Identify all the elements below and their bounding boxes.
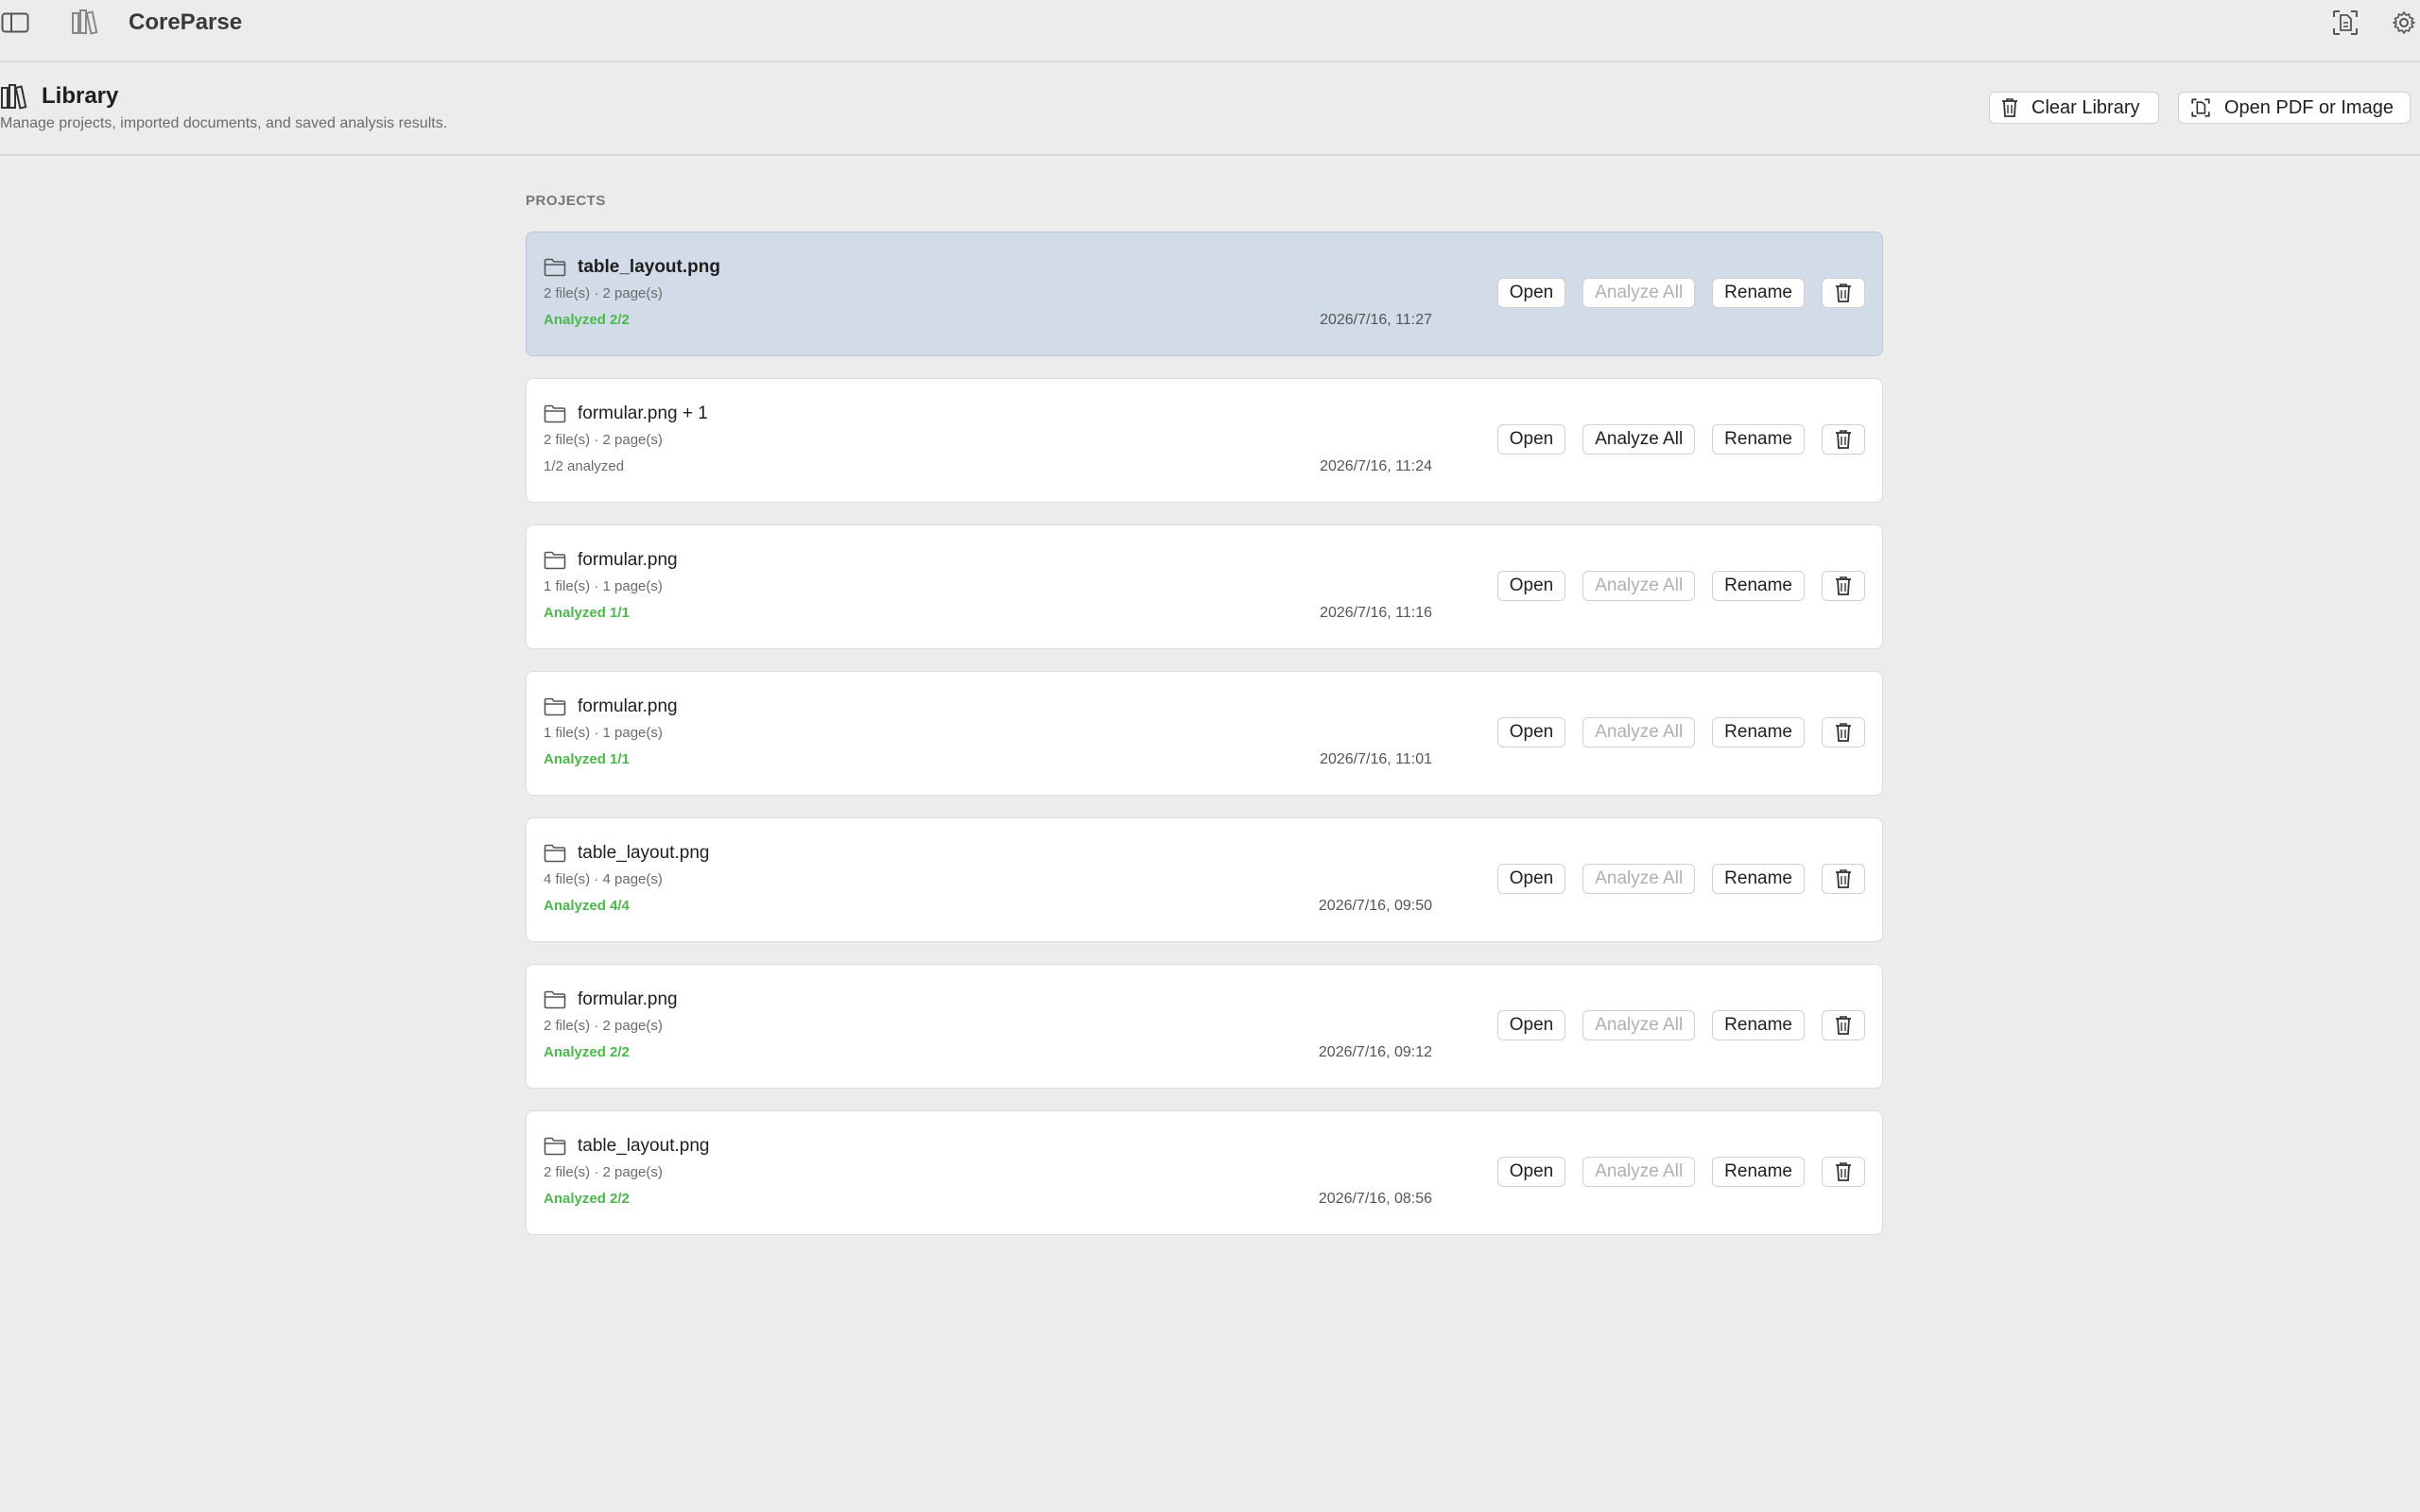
project-card[interactable]: table_layout.png 4 file(s) · 4 page(s) A… <box>526 817 1883 942</box>
project-name: table_layout.png <box>578 843 710 863</box>
trash-icon <box>1835 283 1852 303</box>
rename-button[interactable]: Rename <box>1712 864 1805 894</box>
project-name: table_layout.png <box>578 257 720 277</box>
analyze-all-button[interactable]: Analyze All <box>1582 1010 1696 1040</box>
project-card[interactable]: formular.png 1 file(s) · 1 page(s) Analy… <box>526 524 1883 649</box>
folder-icon <box>544 1137 566 1156</box>
project-card[interactable]: table_layout.png 2 file(s) · 2 page(s) A… <box>526 232 1883 356</box>
trash-icon <box>2001 97 2018 118</box>
open-button[interactable]: Open <box>1496 864 1566 894</box>
rename-button[interactable]: Rename <box>1712 424 1805 455</box>
delete-button[interactable] <box>1822 864 1865 894</box>
rename-button[interactable]: Rename <box>1712 717 1805 747</box>
analyze-all-button[interactable]: Analyze All <box>1582 278 1696 308</box>
delete-button[interactable] <box>1822 424 1865 455</box>
page-title: Library <box>42 83 119 109</box>
project-meta: 2 file(s) · 2 page(s) <box>544 285 663 301</box>
open-button[interactable]: Open <box>1496 1157 1566 1187</box>
project-card[interactable]: formular.png 1 file(s) · 1 page(s) Analy… <box>526 671 1883 796</box>
project-meta: 2 file(s) · 2 page(s) <box>544 432 663 448</box>
rename-button[interactable]: Rename <box>1712 1010 1805 1040</box>
project-date: 2026/7/16, 08:56 <box>1318 1191 1432 1207</box>
open-button[interactable]: Open <box>1496 717 1566 747</box>
project-date: 2026/7/16, 11:24 <box>1320 458 1432 474</box>
project-name: formular.png <box>578 696 678 716</box>
folder-icon <box>544 258 566 277</box>
delete-button[interactable] <box>1822 1157 1865 1187</box>
trash-icon <box>1835 1015 1852 1036</box>
rename-button[interactable]: Rename <box>1712 571 1805 601</box>
project-date: 2026/7/16, 11:16 <box>1320 605 1432 621</box>
project-meta: 2 file(s) · 2 page(s) <box>544 1164 663 1180</box>
folder-icon <box>544 551 566 570</box>
delete-button[interactable] <box>1822 571 1865 601</box>
document-scan-icon <box>2190 97 2211 118</box>
trash-icon <box>1835 429 1852 450</box>
project-name: formular.png <box>578 550 678 570</box>
rename-button[interactable]: Rename <box>1712 1157 1805 1187</box>
folder-icon <box>544 990 566 1009</box>
project-meta: 2 file(s) · 2 page(s) <box>544 1018 663 1034</box>
project-status: Analyzed 2/2 <box>544 1044 630 1060</box>
folder-icon <box>544 844 566 863</box>
analyze-all-button[interactable]: Analyze All <box>1582 864 1696 894</box>
project-name: formular.png + 1 <box>578 404 708 423</box>
delete-button[interactable] <box>1822 278 1865 308</box>
delete-button[interactable] <box>1822 1010 1865 1040</box>
trash-icon <box>1835 1161 1852 1182</box>
project-name: formular.png <box>578 989 678 1009</box>
project-meta: 4 file(s) · 4 page(s) <box>544 871 663 887</box>
page-subtitle: Manage projects, imported documents, and… <box>0 115 448 131</box>
trash-icon <box>1835 722 1852 743</box>
project-status: Analyzed 2/2 <box>544 1191 630 1207</box>
project-name: table_layout.png <box>578 1136 710 1156</box>
open-button[interactable]: Open <box>1496 1010 1566 1040</box>
app-title: CoreParse <box>129 9 243 35</box>
title-bar: CoreParse <box>0 0 2420 62</box>
open-pdf-or-image-label: Open PDF or Image <box>2224 96 2394 118</box>
project-status: Analyzed 4/4 <box>544 898 630 914</box>
project-card[interactable]: table_layout.png 2 file(s) · 2 page(s) A… <box>526 1110 1883 1235</box>
project-status: Analyzed 1/1 <box>544 605 630 621</box>
clear-library-button[interactable]: Clear Library <box>1989 92 2159 124</box>
analyze-all-button[interactable]: Analyze All <box>1582 1157 1696 1187</box>
open-button[interactable]: Open <box>1496 424 1566 455</box>
project-status: 1/2 analyzed <box>544 458 625 474</box>
trash-icon <box>1835 576 1852 596</box>
projects-list: table_layout.png 2 file(s) · 2 page(s) A… <box>526 232 1883 1257</box>
project-date: 2026/7/16, 11:27 <box>1320 312 1432 328</box>
clear-library-label: Clear Library <box>2031 96 2140 118</box>
project-card[interactable]: formular.png + 1 2 file(s) · 2 page(s) 1… <box>526 378 1883 503</box>
library-icon <box>0 83 30 110</box>
document-scan-icon[interactable] <box>2329 8 2361 38</box>
analyze-all-button[interactable]: Analyze All <box>1582 717 1696 747</box>
project-meta: 1 file(s) · 1 page(s) <box>544 725 663 741</box>
analyze-all-button[interactable]: Analyze All <box>1582 571 1696 601</box>
project-date: 2026/7/16, 09:12 <box>1318 1044 1432 1060</box>
project-status: Analyzed 1/1 <box>544 751 630 767</box>
library-books-icon[interactable] <box>70 8 102 36</box>
analyze-all-button[interactable]: Analyze All <box>1582 424 1696 455</box>
folder-icon <box>544 697 566 716</box>
folder-icon <box>544 404 566 423</box>
project-meta: 1 file(s) · 1 page(s) <box>544 578 663 594</box>
sidebar-toggle-icon[interactable] <box>0 11 30 34</box>
open-button[interactable]: Open <box>1496 571 1566 601</box>
project-status: Analyzed 2/2 <box>544 312 630 328</box>
project-date: 2026/7/16, 11:01 <box>1320 751 1432 767</box>
library-header: Library Manage projects, imported docume… <box>0 62 2420 156</box>
rename-button[interactable]: Rename <box>1712 278 1805 308</box>
projects-section-label: PROJECTS <box>526 193 606 209</box>
delete-button[interactable] <box>1822 717 1865 747</box>
trash-icon <box>1835 868 1852 889</box>
gear-icon[interactable] <box>2390 9 2418 37</box>
project-date: 2026/7/16, 09:50 <box>1318 898 1432 914</box>
project-card[interactable]: formular.png 2 file(s) · 2 page(s) Analy… <box>526 964 1883 1089</box>
header-title-row: Library <box>0 83 118 110</box>
open-button[interactable]: Open <box>1496 278 1566 308</box>
open-pdf-or-image-button[interactable]: Open PDF or Image <box>2178 92 2411 124</box>
